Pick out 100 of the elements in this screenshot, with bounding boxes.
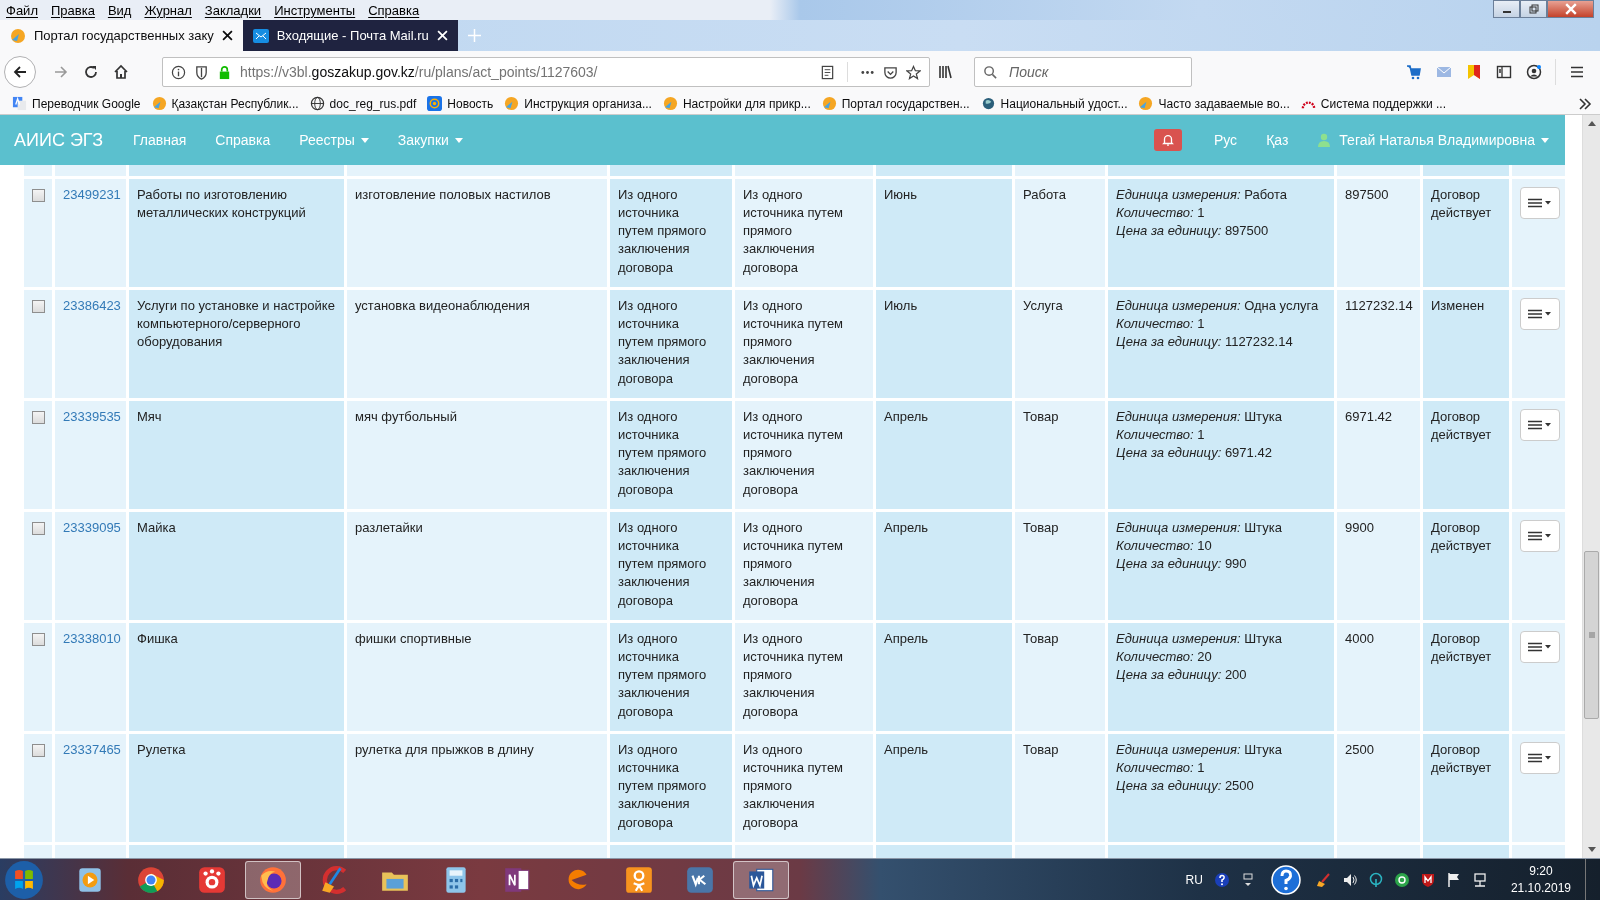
row-checkbox[interactable] — [32, 632, 45, 646]
reload-icon[interactable] — [83, 64, 99, 80]
menu-item[interactable]: Вид — [107, 2, 132, 18]
sun-logo-icon — [1138, 96, 1154, 111]
address-bar[interactable]: https://v3bl.goszakup.gov.kz/ru/plans/act_points/1127603/ — [162, 57, 930, 87]
browser-tab[interactable]: Входящие - Почта Mail.ru — [242, 20, 458, 51]
sidebar-icon[interactable] — [1496, 64, 1512, 80]
library-icon[interactable] — [937, 64, 953, 80]
item-id-link[interactable]: 23339535 — [63, 407, 118, 426]
signal-icon[interactable] — [1367, 871, 1384, 888]
item-id-link[interactable]: 23386423 — [63, 296, 118, 315]
info-icon[interactable] — [171, 64, 186, 80]
paw-camera-icon[interactable] — [197, 864, 227, 895]
menu-item[interactable]: Журнал — [144, 2, 192, 18]
unit-detail: Цена за единицу: 6971.42 — [1116, 444, 1273, 463]
scroll-down-icon[interactable] — [1587, 847, 1596, 853]
table-cell: Из одного источника путем прямого заключения договора — [743, 518, 845, 610]
row-menu-button[interactable] — [1520, 519, 1560, 552]
shield-icon[interactable] — [194, 64, 209, 80]
bookmark-item[interactable]: Новость — [427, 96, 494, 111]
language-indicator[interactable]: RU — [1185, 872, 1203, 887]
start-button[interactable] — [4, 859, 44, 900]
row-checkbox[interactable] — [32, 410, 45, 424]
back-button[interactable] — [4, 56, 36, 88]
reader-view-icon[interactable] — [820, 64, 835, 80]
broom-icon[interactable] — [1315, 871, 1332, 888]
row-menu-button[interactable] — [1520, 297, 1560, 330]
flag-icon[interactable] — [1445, 871, 1462, 888]
row-menu-button[interactable] — [1520, 741, 1560, 774]
sun-logo-icon — [662, 96, 678, 111]
unit-detail: Количество: 10 — [1116, 536, 1213, 555]
table-cell-text: Июль — [884, 296, 919, 315]
caret-icon — [454, 137, 463, 143]
table-cell-text: Договор действует — [1431, 629, 1493, 666]
bookmark-item[interactable]: Переводчик Google — [12, 96, 141, 111]
scroll-thumb[interactable] — [1584, 551, 1599, 719]
cart-icon[interactable] — [1406, 64, 1422, 80]
menu-item[interactable]: Справка — [368, 2, 420, 18]
table-cell: Из одного источника путем прямого заключения договора — [743, 296, 845, 388]
close-button[interactable] — [1547, 0, 1594, 18]
item-id-link[interactable]: 23337465 — [63, 740, 118, 759]
table-cell-text: Апрель — [884, 518, 930, 537]
clock-time[interactable]: 9:20 — [1529, 862, 1553, 880]
item-id-link[interactable]: 23339095 — [63, 518, 118, 537]
row-menu-button[interactable] — [1520, 186, 1560, 219]
chrome-icon[interactable] — [136, 864, 166, 895]
menu-item[interactable]: Правка — [50, 2, 95, 18]
table-cell-text: Рулетка — [137, 740, 187, 759]
pocket-icon[interactable] — [883, 64, 898, 80]
broom-icon[interactable] — [319, 864, 349, 895]
clock-date[interactable]: 21.10.2019 — [1510, 879, 1571, 897]
row-checkbox[interactable] — [32, 188, 45, 202]
person-icon[interactable] — [624, 864, 654, 895]
bookmark-flag-icon[interactable] — [1466, 64, 1482, 80]
caret-icon — [1541, 137, 1549, 143]
row-checkbox[interactable] — [32, 299, 45, 313]
table-cell-text: Из одного источника путем прямого заключения договора — [618, 518, 708, 610]
table-cell-text: установка видеонаблюдения — [355, 296, 531, 315]
row-menu-button[interactable] — [1520, 630, 1560, 663]
menu-item[interactable]: Файл — [6, 2, 38, 18]
bookmark-item[interactable]: doc_reg_rus.pdf — [309, 96, 417, 111]
envelope-icon — [252, 27, 269, 44]
home-icon[interactable] — [113, 64, 129, 80]
restore-button[interactable] — [1520, 0, 1547, 18]
unit-detail: Количество: 1 — [1116, 314, 1206, 333]
scrollbar[interactable] — [1582, 115, 1600, 858]
fox-globe-icon[interactable] — [258, 864, 288, 895]
taskbar-button[interactable] — [245, 860, 301, 899]
shield-icon[interactable] — [1419, 871, 1436, 888]
table-cell-text: Товар — [1023, 518, 1060, 537]
account-icon[interactable] — [1526, 64, 1542, 80]
table-cell-text: фишки спортивные — [355, 629, 473, 648]
menu-caret-icon — [1527, 529, 1553, 542]
network-icon[interactable] — [1471, 871, 1488, 888]
close-icon[interactable] — [221, 30, 233, 41]
browser-tab[interactable]: Портал государственных заку — [0, 20, 243, 51]
forward-icon[interactable] — [53, 64, 69, 80]
search-field[interactable]: Поиск — [974, 57, 1192, 87]
chevron-icon[interactable] — [1577, 95, 1593, 112]
minimize-button[interactable] — [1493, 0, 1520, 18]
bookmark-label: Новость — [447, 96, 494, 111]
row-checkbox[interactable] — [32, 521, 45, 535]
menu-item[interactable]: Инструменты — [274, 2, 356, 18]
star-icon[interactable] — [906, 64, 921, 80]
vk-icon[interactable] — [685, 864, 715, 895]
taskbar-button[interactable] — [733, 860, 789, 899]
menu-item[interactable]: Закладки — [204, 2, 262, 18]
item-id-link[interactable]: 23499231 — [63, 185, 118, 204]
user-icon — [1317, 133, 1332, 147]
sun-logo-icon — [821, 96, 837, 111]
row-menu-button[interactable] — [1520, 408, 1560, 441]
table-cell-text: Договор действует — [1431, 740, 1493, 777]
help-icon[interactable] — [1270, 864, 1301, 895]
table-cell-text: Фишка — [137, 629, 179, 648]
help-icon[interactable] — [1213, 871, 1230, 888]
menu-icon[interactable] — [1569, 64, 1585, 80]
scroll-up-icon[interactable] — [1587, 120, 1596, 126]
caret-icon — [360, 137, 369, 143]
notifications-button[interactable] — [1153, 129, 1182, 151]
row-checkbox[interactable] — [32, 743, 45, 757]
